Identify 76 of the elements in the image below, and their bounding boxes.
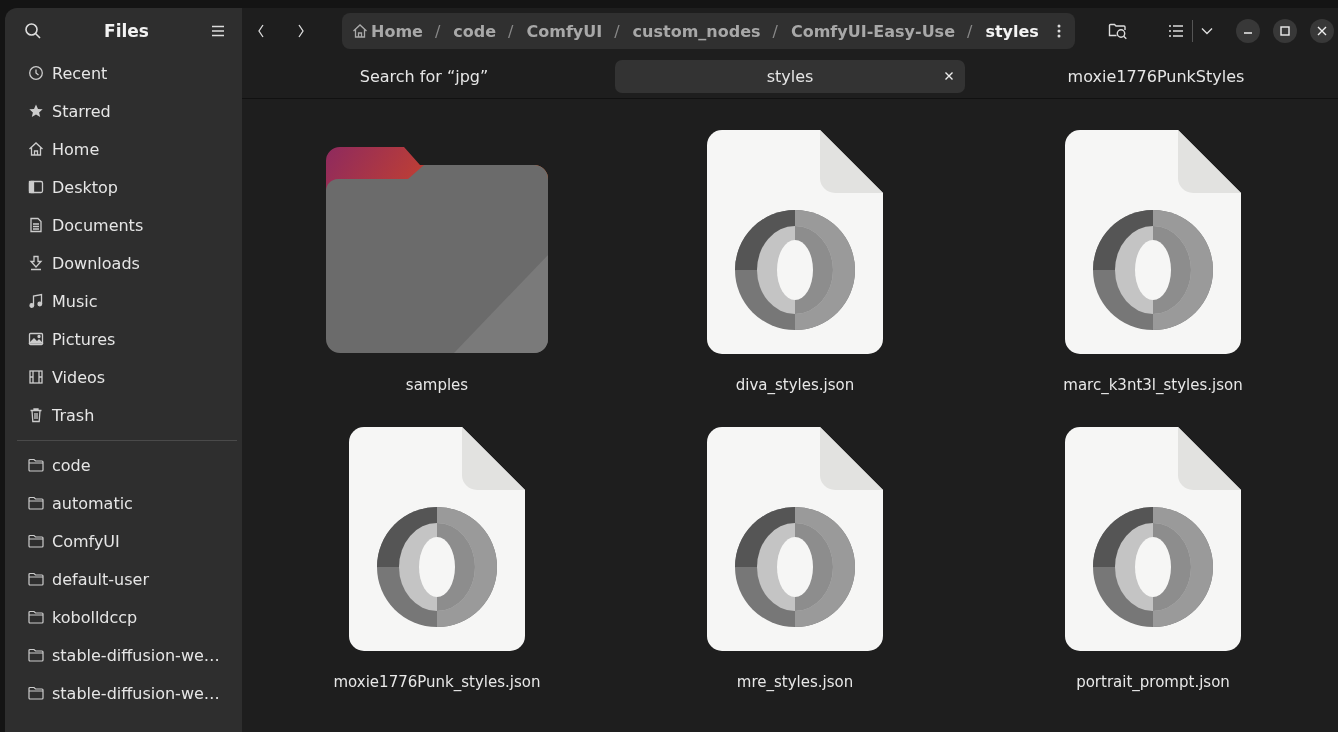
- starred-icon: [28, 103, 44, 119]
- sidebar-item[interactable]: Recent: [10, 54, 237, 92]
- trash-icon: [28, 407, 44, 423]
- minimize-button[interactable]: [1236, 19, 1260, 43]
- search-icon[interactable]: [24, 22, 42, 40]
- json-file-icon[interactable]: [348, 426, 526, 652]
- path-segment[interactable]: styles: [985, 21, 1039, 41]
- json-file-icon[interactable]: [706, 426, 884, 652]
- videos-icon: [28, 369, 44, 385]
- maximize-icon: [1280, 26, 1290, 36]
- dropdown-icon[interactable]: [1201, 27, 1213, 35]
- path-segment[interactable]: custom_nodes: [632, 21, 761, 41]
- music-icon: [28, 293, 44, 309]
- sidebar-item[interactable]: Downloads: [10, 244, 237, 282]
- desktop-icon: [28, 179, 44, 195]
- close-icon: [1317, 26, 1327, 36]
- folder-icon: [28, 534, 44, 548]
- sidebar-item[interactable]: kobolldccp: [10, 598, 237, 636]
- folder-icon: [28, 572, 44, 586]
- tab[interactable]: moxie1776PunkStyles: [981, 59, 1331, 93]
- sidebar-item[interactable]: stable-diffusion-we…: [10, 636, 237, 674]
- tab[interactable]: styles: [615, 59, 965, 93]
- path-separator: /: [967, 21, 973, 41]
- sidebar-item[interactable]: Home: [10, 130, 237, 168]
- sidebar-item[interactable]: Trash: [10, 396, 237, 434]
- folder-icon: [28, 610, 44, 624]
- menu-icon[interactable]: [211, 25, 225, 37]
- path-segment[interactable]: code: [453, 21, 497, 41]
- app-title: Files: [104, 21, 149, 41]
- home-icon: [28, 141, 44, 157]
- path-separator: /: [508, 21, 514, 41]
- recent-icon: [28, 65, 44, 81]
- close-button[interactable]: [1310, 19, 1334, 43]
- folder-icon: [28, 458, 44, 472]
- folder-search-icon[interactable]: [1108, 22, 1128, 40]
- sidebar-item[interactable]: Music: [10, 282, 237, 320]
- sidebar-item[interactable]: default-user: [10, 560, 237, 598]
- back-icon[interactable]: [256, 23, 266, 39]
- file-name[interactable]: moxie1776Punk_styles.json: [333, 673, 541, 691]
- path-segment[interactable]: ComfyUI-Easy-Use: [790, 21, 955, 41]
- sidebar-item[interactable]: code: [10, 446, 237, 484]
- sidebar-item[interactable]: Documents: [10, 206, 237, 244]
- path-segment[interactable]: Home: [371, 21, 423, 41]
- folder-icon[interactable]: [324, 145, 550, 355]
- sidebar-item[interactable]: Pictures: [10, 320, 237, 358]
- sidebar-item[interactable]: Videos: [10, 358, 237, 396]
- close-tab-icon[interactable]: [944, 70, 954, 81]
- tab[interactable]: Search for “jpg”: [249, 59, 599, 93]
- folder-icon: [28, 648, 44, 662]
- sidebar-item[interactable]: automatic: [10, 484, 237, 522]
- home-icon: [352, 23, 368, 39]
- file-name[interactable]: mre_styles.json: [736, 673, 854, 691]
- documents-icon: [28, 217, 44, 233]
- sidebar-item[interactable]: ComfyUI: [10, 522, 237, 560]
- json-file-icon[interactable]: [1064, 426, 1242, 652]
- path-separator: /: [772, 21, 778, 41]
- file-name[interactable]: samples: [405, 376, 469, 394]
- forward-icon[interactable]: [296, 23, 306, 39]
- pictures-icon: [28, 331, 44, 347]
- path-segment[interactable]: ComfyUI: [526, 21, 603, 41]
- path-separator: /: [614, 21, 620, 41]
- path-separator: /: [434, 21, 441, 41]
- maximize-button[interactable]: [1273, 19, 1297, 43]
- file-name[interactable]: portrait_prompt.json: [1076, 673, 1230, 691]
- sidebar-item[interactable]: Starred: [10, 92, 237, 130]
- folder-icon: [28, 686, 44, 700]
- sidebar-item[interactable]: Desktop: [10, 168, 237, 206]
- sidebar-item[interactable]: stable-diffusion-we…: [10, 674, 237, 712]
- json-file-icon[interactable]: [706, 129, 884, 355]
- downloads-icon: [28, 255, 44, 271]
- list-view-icon[interactable]: [1168, 24, 1184, 38]
- file-name[interactable]: marc_k3nt3l_styles.json: [1063, 376, 1243, 394]
- folder-icon: [28, 496, 44, 510]
- json-file-icon[interactable]: [1064, 129, 1242, 355]
- more-icon[interactable]: [1057, 24, 1061, 38]
- file-name[interactable]: diva_styles.json: [735, 376, 855, 394]
